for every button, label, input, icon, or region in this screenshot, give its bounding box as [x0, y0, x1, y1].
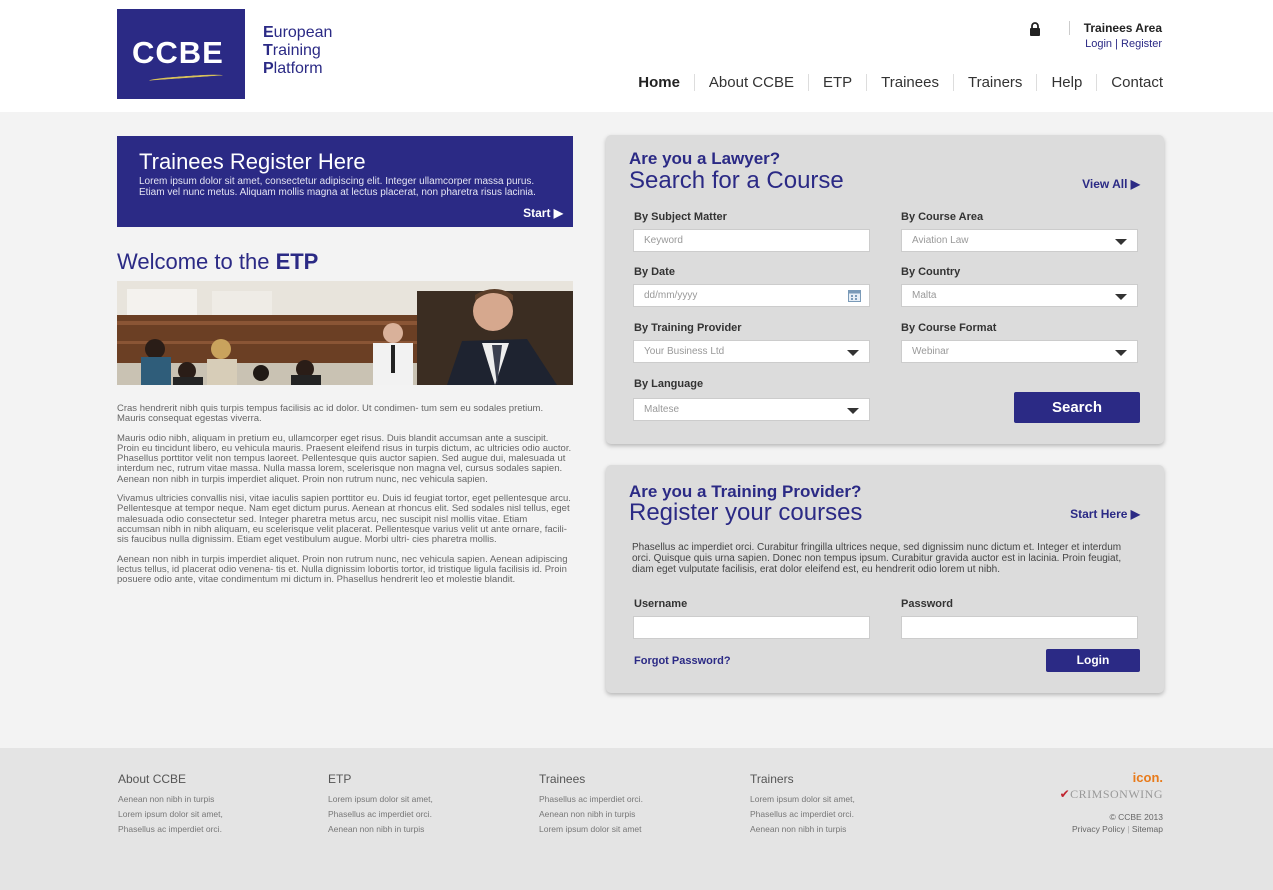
footer-column-title: Trainees: [539, 772, 586, 786]
nav-trainees[interactable]: Trainees: [866, 74, 953, 91]
main-nav: Home About CCBE ETP Trainees Trainers He…: [624, 74, 1163, 91]
login-button[interactable]: Login: [1046, 649, 1140, 672]
footer-credits: icon. ✔CRIMSONWING © CCBE 2013 Privacy P…: [1059, 770, 1163, 834]
footer-link[interactable]: Aenean non nibh in turpis: [539, 809, 719, 819]
provider-label: By Training Provider: [634, 322, 742, 334]
keyword-input[interactable]: Keyword: [633, 229, 870, 252]
trainees-area: Trainees Area Login | Register: [1029, 21, 1162, 50]
footer-link[interactable]: Phasellus ac imperdiet orci.: [328, 809, 508, 819]
footer-link[interactable]: Lorem ipsum dolor sit amet,: [118, 809, 298, 819]
banner-start-link[interactable]: Start ▶: [523, 206, 563, 220]
welcome-body: Cras hendrerit nibh quis turpis tempus f…: [117, 403, 573, 594]
start-here-link[interactable]: Start Here ▶: [1070, 507, 1140, 521]
site-header: CCBE European Training Platform Trainees…: [0, 0, 1273, 112]
logo-swoosh-icon: [148, 73, 224, 83]
chevron-down-icon: [1115, 294, 1127, 300]
course-area-label: By Course Area: [901, 211, 984, 223]
nav-help[interactable]: Help: [1036, 74, 1096, 91]
view-all-link[interactable]: View All ▶: [1082, 177, 1140, 191]
language-label: By Language: [634, 378, 704, 390]
footer-link[interactable]: Aenean non nibh in turpis: [328, 824, 508, 834]
subject-label: By Subject Matter: [634, 211, 727, 223]
chevron-down-icon: [847, 350, 859, 356]
footer-link[interactable]: Phasellus ac imperdiet orci.: [118, 824, 298, 834]
footer-column-title: About CCBE: [118, 772, 187, 786]
footer-column-trainers: Trainers Lorem ipsum dolor sit amet, Pha…: [750, 772, 930, 839]
footer-link[interactable]: Lorem ipsum dolor sit amet: [539, 824, 719, 834]
calendar-icon[interactable]: [848, 289, 861, 302]
register-heading: Register your courses: [629, 499, 863, 526]
brand-name: European Training Platform: [263, 24, 333, 77]
footer-column-title: Trainers: [750, 772, 794, 786]
welcome-heading: Welcome to the ETP: [117, 249, 319, 274]
body-paragraph: Mauris odio nibh, aliquam in pretium eu,…: [117, 432, 572, 485]
login-link[interactable]: Login: [1085, 38, 1112, 50]
footer-column-etp: ETP Lorem ipsum dolor sit amet, Phasellu…: [328, 772, 508, 839]
username-input[interactable]: [633, 616, 870, 639]
crimsonwing-logo[interactable]: ✔CRIMSONWING: [1060, 787, 1163, 802]
lock-icon: [1029, 22, 1040, 36]
nav-contact[interactable]: Contact: [1096, 74, 1163, 91]
language-select[interactable]: Maltese: [633, 398, 870, 421]
sitemap-link[interactable]: Sitemap: [1132, 824, 1163, 834]
footer-link[interactable]: Phasellus ac imperdiet orci.: [750, 809, 930, 819]
trainees-register-banner[interactable]: Trainees Register Here Lorem ipsum dolor…: [117, 136, 573, 227]
password-label: Password: [901, 598, 953, 610]
chevron-down-icon: [1115, 350, 1127, 356]
footer-column-title: ETP: [328, 772, 352, 786]
banner-title: Trainees Register Here: [139, 149, 366, 174]
banner-text: Lorem ipsum dolor sit amet, consectetur …: [139, 176, 536, 198]
ccbe-logo[interactable]: CCBE: [117, 9, 245, 99]
trainees-area-title: Trainees Area: [1068, 21, 1162, 35]
nav-trainers[interactable]: Trainers: [952, 74, 1036, 91]
forgot-password-link[interactable]: Forgot Password?: [634, 655, 731, 667]
footer-link[interactable]: Phasellus ac imperdiet orci.: [539, 794, 719, 804]
provider-text: Phasellus ac imperdiet orci. Curabitur f…: [632, 542, 1122, 575]
icon-logo[interactable]: icon.: [1060, 770, 1163, 785]
date-input[interactable]: dd/mm/yyyy: [633, 284, 870, 307]
search-heading: Search for a Course: [629, 167, 844, 194]
date-label: By Date: [634, 266, 675, 278]
footer-link[interactable]: Lorem ipsum dolor sit amet,: [328, 794, 508, 804]
format-select[interactable]: Webinar: [901, 340, 1138, 363]
provider-select[interactable]: Your Business Ltd: [633, 340, 870, 363]
body-paragraph: Aenean non nibh in turpis imperdiet aliq…: [117, 553, 568, 586]
password-input[interactable]: [901, 616, 1138, 639]
ccbe-logo-mark: CCBE: [132, 35, 224, 70]
country-label: By Country: [901, 266, 961, 278]
footer-link[interactable]: Aenean non nibh in turpis: [118, 794, 298, 804]
check-icon: ✔: [1059, 787, 1071, 801]
footer-link[interactable]: Aenean non nibh in turpis: [750, 824, 930, 834]
course-search-panel: Are you a Lawyer? Search for a Course Vi…: [606, 135, 1164, 444]
course-area-select[interactable]: Aviation Law: [901, 229, 1138, 252]
nav-etp[interactable]: ETP: [807, 74, 866, 91]
provider-panel: Are you a Training Provider? Register yo…: [606, 465, 1164, 693]
body-paragraph: Vivamus ultricies convallis nisi, vitae …: [117, 493, 571, 546]
body-paragraph: Cras hendrerit nibh quis turpis tempus f…: [117, 403, 544, 425]
nav-about-ccbe[interactable]: About CCBE: [693, 74, 808, 91]
country-select[interactable]: Malta: [901, 284, 1138, 307]
footer-column-trainees: Trainees Phasellus ac imperdiet orci. Ae…: [539, 772, 719, 839]
copyright: © CCBE 2013: [1109, 812, 1163, 822]
register-link[interactable]: Register: [1121, 38, 1162, 50]
footer-column-about: About CCBE Aenean non nibh in turpis Lor…: [118, 772, 298, 839]
username-label: Username: [634, 598, 688, 610]
links-separator: |: [1115, 38, 1118, 50]
footer-link[interactable]: Lorem ipsum dolor sit amet,: [750, 794, 930, 804]
format-label: By Course Format: [901, 322, 997, 334]
search-button[interactable]: Search: [1014, 392, 1140, 423]
chevron-down-icon: [1115, 239, 1127, 245]
courtroom-photo: [117, 281, 573, 385]
nav-home[interactable]: Home: [624, 74, 694, 91]
chevron-down-icon: [847, 408, 859, 414]
lawyer-question: Are you a Lawyer?: [629, 149, 781, 168]
privacy-policy-link[interactable]: Privacy Policy: [1072, 824, 1125, 834]
